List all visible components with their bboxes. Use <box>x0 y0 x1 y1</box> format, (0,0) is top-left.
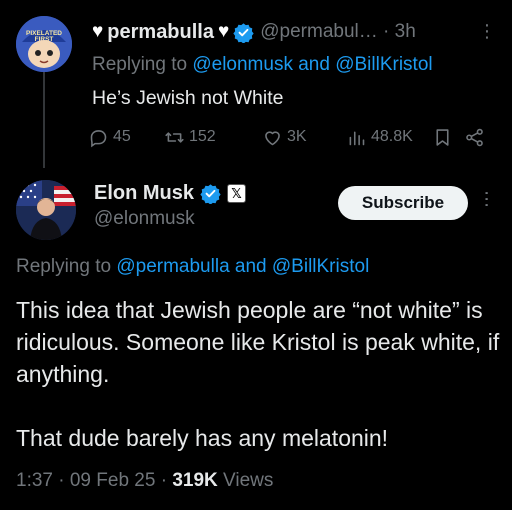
heart-icon: ♥ <box>217 21 230 42</box>
main-handle[interactable]: @elonmusk <box>94 208 195 230</box>
retweet-button[interactable]: 152 <box>164 127 216 148</box>
avatar[interactable]: PIXELATED FIRST <box>16 16 72 72</box>
views-label: Views <box>217 470 274 491</box>
timestamp[interactable]: 1:37 · 09 Feb 25 · <box>16 470 172 491</box>
replying-to: Replying to @permabulla and @BillKristol <box>16 256 370 277</box>
retweet-icon <box>165 131 184 143</box>
more-icon[interactable]: ⋯ <box>477 190 497 208</box>
reply-text: He’s Jewish not White <box>92 87 284 109</box>
main-display-name[interactable]: Elon Musk 𝕏 <box>94 182 247 205</box>
verified-badge-icon <box>233 22 254 43</box>
reply-icon <box>90 129 107 147</box>
share-icon <box>466 128 483 146</box>
heart-icon: ♥ <box>92 21 104 42</box>
reply-header: ♥ permabulla ♥ @permabul… · 3h <box>92 18 500 46</box>
avatar-photo-icon <box>16 180 76 240</box>
more-icon[interactable]: ⋮ <box>478 22 496 40</box>
views-button[interactable]: 48.8K <box>346 127 413 148</box>
main-avatar[interactable] <box>16 180 76 240</box>
tweet-meta: 1:37 · 09 Feb 25 · 319K Views <box>16 470 273 492</box>
tweet-body: This idea that Jewish people are “not wh… <box>16 294 502 454</box>
action-bar: 45 152 3K 48.8K <box>88 124 496 150</box>
reply-handle-time[interactable]: @permabul… · 3h <box>260 21 416 43</box>
tweet-paragraph: That dude barely has any melatonin! <box>16 425 389 451</box>
reply-button[interactable]: 45 <box>88 127 131 148</box>
replying-mentions[interactable]: @elonmusk and @BillKristol <box>192 54 432 75</box>
subscribe-button[interactable]: Subscribe <box>338 186 468 220</box>
replying-to: Replying to @elonmusk and @BillKristol <box>92 54 433 75</box>
avatar-cartoon-icon: PIXELATED FIRST <box>16 16 72 72</box>
bookmark-button[interactable] <box>432 127 453 148</box>
like-icon <box>265 130 280 145</box>
tweet-paragraph: This idea that Jewish people are “not wh… <box>16 297 500 387</box>
replying-mentions[interactable]: @permabulla and @BillKristol <box>116 256 369 277</box>
verified-badge-icon <box>200 184 221 204</box>
like-button[interactable]: 3K <box>262 127 307 148</box>
reply-display-name[interactable]: ♥ permabulla ♥ <box>92 21 254 44</box>
reply-tweet[interactable]: PIXELATED FIRST ♥ permabulla ♥ @permabul… <box>0 0 512 160</box>
x-affiliate-icon[interactable]: 𝕏 <box>227 184 247 203</box>
views-icon <box>349 130 365 145</box>
share-button[interactable] <box>464 127 485 148</box>
views-count: 319K <box>172 470 218 491</box>
bookmark-icon <box>436 128 449 146</box>
